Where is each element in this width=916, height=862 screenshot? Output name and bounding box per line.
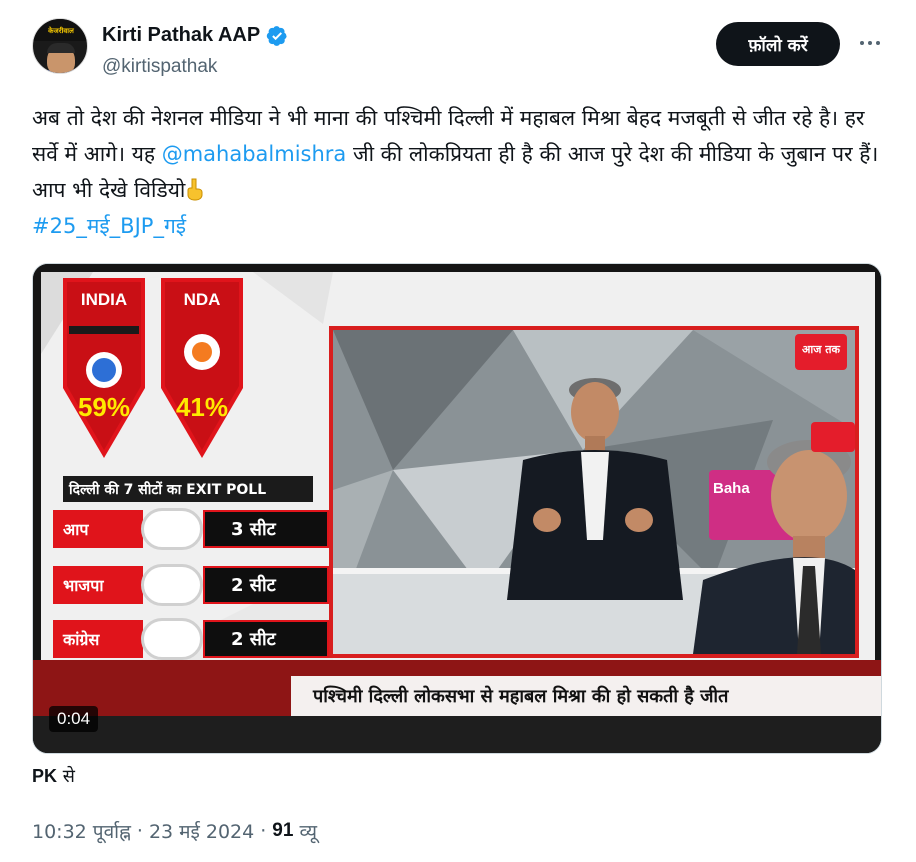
- alliance-india-label: INDIA: [80, 290, 128, 309]
- hashtag-link[interactable]: #25_मई_BJP_गई: [32, 214, 186, 238]
- party-seats: 2 सीट: [203, 620, 329, 658]
- name-row: Kirti Pathak AAP: [102, 24, 288, 47]
- party-name: आप: [53, 510, 143, 548]
- party-seats: 2 सीट: [203, 566, 329, 604]
- avatar[interactable]: केजरीवाल: [32, 18, 88, 74]
- tweet-date[interactable]: 23 मई 2024: [149, 818, 254, 844]
- dot: [876, 41, 880, 45]
- party-row-bjp: भाजपा 2 सीट: [53, 564, 341, 606]
- follow-button[interactable]: फ़ॉलो करें: [716, 22, 840, 66]
- aap-logo-icon: [141, 508, 203, 550]
- alliance-nda-label: NDA: [183, 290, 221, 309]
- source-name[interactable]: PK: [32, 766, 57, 786]
- exit-poll-title: दिल्ली की 7 सीटों का EXIT POLL: [63, 476, 313, 502]
- bottom-strip: [33, 716, 881, 753]
- alliance-india-percent: 59%: [77, 392, 131, 422]
- avatar-caption: केजरीवाल: [48, 27, 74, 35]
- channel-logo-text: आज तक: [802, 343, 840, 356]
- verified-badge-icon: [266, 25, 287, 46]
- exit-poll-panel: INDIA 59% NDA 41% दिल्ली की 7 सीटों का E…: [33, 264, 353, 664]
- mention-link[interactable]: @mahabalmishra: [162, 142, 347, 166]
- pointing-down-icon: [187, 178, 203, 201]
- more-options-icon[interactable]: [852, 28, 888, 58]
- views-count[interactable]: 91: [272, 820, 293, 842]
- video-duration: 0:04: [49, 706, 99, 732]
- tweet-header: केजरीवाल Kirti Pathak AAP @kirtispathak …: [32, 18, 892, 82]
- tweet-time[interactable]: 10:32 पूर्वाह्न: [32, 818, 131, 844]
- tweet-text: अब तो देश की नेशनल मीडिया ने भी माना की …: [32, 100, 882, 244]
- user-handle[interactable]: @kirtispathak: [102, 56, 217, 78]
- source-attribution[interactable]: PK से: [32, 764, 75, 788]
- congress-logo-icon: [141, 618, 203, 660]
- meta-separator: ·: [136, 820, 143, 842]
- display-name[interactable]: Kirti Pathak AAP: [102, 24, 260, 47]
- party-seats: 3 सीट: [203, 510, 329, 548]
- studio-image: आज तक Baha: [329, 326, 859, 658]
- bjp-logo-icon: [141, 564, 203, 606]
- tweet-meta: 10:32 पूर्वाह्न · 23 मई 2024 · 91 व्यू: [32, 818, 317, 844]
- views-label: व्यू: [299, 821, 317, 843]
- party-name: कांग्रेस: [53, 620, 143, 658]
- avatar-hair: [47, 43, 75, 53]
- party-row-aap: आप 3 सीट: [53, 508, 341, 550]
- news-ticker: पश्चिमी दिल्ली लोकसभा से महाबल मिश्रा की…: [291, 676, 881, 716]
- party-name: भाजपा: [53, 566, 143, 604]
- alliance-nda-percent: 41%: [175, 392, 229, 422]
- meta-separator: ·: [260, 820, 267, 842]
- dot: [868, 41, 872, 45]
- video-player[interactable]: आज तक Baha INDIA 59% NDA 41% दिल्ली की 7…: [32, 263, 882, 754]
- studio-sign: Baha: [713, 480, 750, 497]
- party-row-congress: कांग्रेस 2 सीट: [53, 618, 341, 660]
- source-suffix: से: [57, 766, 75, 787]
- dot: [860, 41, 864, 45]
